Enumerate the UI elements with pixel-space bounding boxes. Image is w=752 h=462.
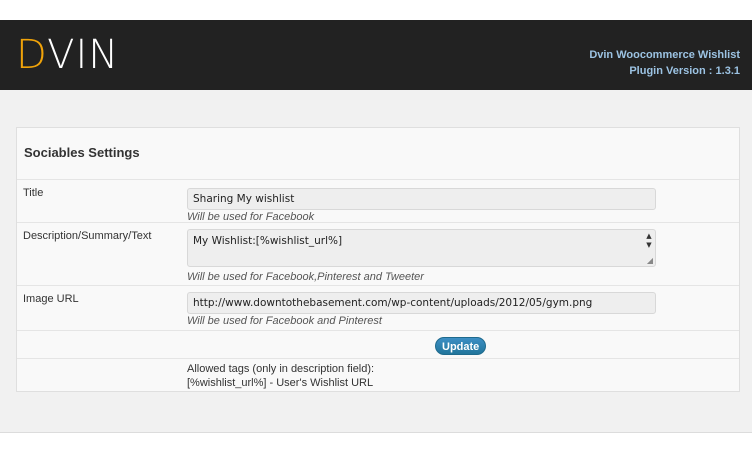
title-input[interactable] <box>187 188 656 210</box>
description-row: Description/Summary/Text My Wishlist:[%w… <box>17 222 739 286</box>
allowed-tags-heading: Allowed tags (only in description field)… <box>187 363 375 375</box>
description-label: Description/Summary/Text <box>23 230 152 242</box>
allowed-tags-row: Allowed tags (only in description field)… <box>17 358 739 392</box>
panel-title: Sociables Settings <box>24 145 140 160</box>
allowed-tags-item: [%wishlist_url%] - User's Wishlist URL <box>187 377 374 389</box>
image-url-label: Image URL <box>23 293 79 305</box>
sociables-settings-panel: Sociables Settings Title Will be used fo… <box>16 127 740 392</box>
logo-rest: VIN <box>47 32 120 78</box>
plugin-header: DVIN Dvin Woocommerce Wishlist Plugin Ve… <box>0 20 752 90</box>
description-hint: Will be used for Facebook,Pinterest and … <box>187 271 424 283</box>
title-row: Title Will be used for Facebook <box>17 179 739 223</box>
update-button[interactable]: Update <box>435 337 487 355</box>
logo-first-letter: D <box>16 32 48 78</box>
description-value: My Wishlist:[%wishlist_url%] <box>193 235 343 247</box>
content-area: Sociables Settings Title Will be used fo… <box>0 90 752 433</box>
resize-handle-icon[interactable]: ◢ <box>647 257 653 265</box>
plugin-info: Dvin Woocommerce Wishlist Plugin Version… <box>589 47 740 79</box>
title-label: Title <box>23 187 44 199</box>
scroll-down-icon[interactable]: ▼ <box>644 241 654 250</box>
image-url-input[interactable] <box>187 292 656 314</box>
plugin-name: Dvin Woocommerce Wishlist <box>589 49 740 61</box>
update-row: Update <box>17 330 739 359</box>
dvin-logo: DVIN <box>16 33 119 77</box>
description-textarea[interactable]: My Wishlist:[%wishlist_url%] ▲ ▼ ◢ <box>187 229 656 267</box>
image-url-row: Image URL Will be used for Facebook and … <box>17 285 739 331</box>
image-url-hint: Will be used for Facebook and Pinterest <box>187 315 382 327</box>
textarea-scrollbar[interactable]: ▲ ▼ <box>644 232 654 254</box>
scroll-up-icon[interactable]: ▲ <box>644 232 654 241</box>
plugin-version: Plugin Version : 1.3.1 <box>629 65 740 77</box>
